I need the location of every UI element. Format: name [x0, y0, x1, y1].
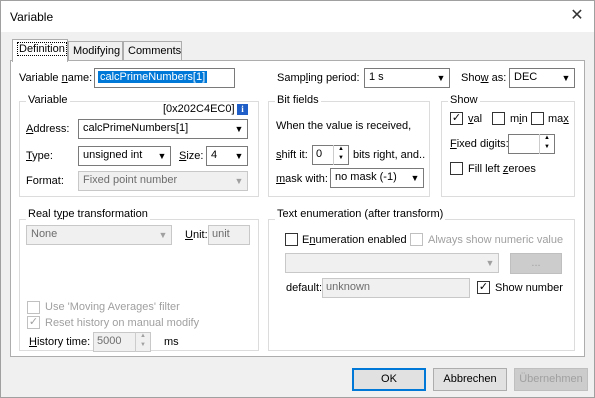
arrow-down-icon[interactable]: ▼: [334, 154, 348, 163]
type-select[interactable]: unsigned int ▼: [78, 146, 171, 166]
format-select[interactable]: Fixed point number ▼: [78, 171, 248, 191]
max-checkbox[interactable]: [531, 112, 544, 125]
text-enum-group-title: Text enumeration (after transform): [275, 208, 446, 220]
min-label: min: [510, 113, 528, 125]
info-icon[interactable]: i: [237, 104, 248, 115]
reset-history-label: Reset history on manual modify: [45, 317, 200, 329]
arrow-up-icon[interactable]: ▲: [334, 145, 348, 154]
fixed-digits-label: Fixed digits:: [450, 138, 509, 150]
fill-left-zeroes-checkbox[interactable]: [450, 162, 463, 175]
window-title: Variable: [10, 10, 54, 24]
moving-averages-label: Use 'Moving Averages' filter: [45, 301, 180, 313]
enumeration-enabled-label: Enumeration enabled: [302, 234, 407, 246]
mask-label: mask with:: [276, 173, 328, 185]
show-group-title: Show: [448, 94, 480, 106]
enumeration-edit-button[interactable]: ...: [510, 253, 562, 274]
enumeration-enabled-checkbox[interactable]: [285, 233, 298, 246]
arrow-down-icon[interactable]: ▼: [540, 143, 554, 152]
show-as-select[interactable]: DEC ▼: [509, 68, 575, 88]
variable-dialog: Variable ✕ Definition Modifying Comments…: [0, 0, 595, 398]
max-label: max: [548, 113, 569, 125]
history-time-stepper[interactable]: ▲ ▼: [135, 332, 150, 352]
unit-label: Unit:: [185, 229, 208, 241]
default-field[interactable]: unknown: [322, 278, 470, 298]
show-number-label: Show number: [495, 282, 563, 294]
format-label: Format:: [26, 175, 64, 187]
type-label: Type:: [26, 150, 53, 162]
history-time-label: History time:: [29, 336, 91, 348]
history-time-unit: ms: [164, 336, 179, 348]
variable-name-field[interactable]: calcPrimeNumbers[1]: [94, 68, 235, 88]
tab-definition[interactable]: Definition: [12, 39, 68, 62]
address-label: Address:: [26, 123, 70, 135]
fill-left-zeroes-label: Fill left zeroes: [468, 163, 536, 175]
chevron-down-icon: ▼: [561, 73, 571, 83]
enumeration-select[interactable]: ▼: [285, 253, 499, 273]
bitfields-group-title: Bit fields: [275, 94, 321, 106]
chevron-down-icon: ▼: [485, 258, 495, 268]
unit-field[interactable]: unit: [208, 225, 250, 245]
bitfields-description: When the value is received,: [276, 120, 412, 132]
chevron-down-icon: ▼: [410, 173, 420, 183]
sampling-period-label: Sampling period:: [277, 72, 360, 84]
arrow-up-icon[interactable]: ▲: [136, 332, 150, 341]
size-select[interactable]: 4 ▼: [206, 146, 248, 166]
shift-label: shift it:: [276, 149, 308, 161]
close-icon[interactable]: ✕: [566, 5, 588, 27]
ok-button[interactable]: OK: [352, 368, 426, 391]
title-bar: Variable ✕: [1, 1, 594, 32]
always-numeric-checkbox[interactable]: [410, 233, 423, 246]
arrow-down-icon[interactable]: ▼: [136, 341, 150, 350]
real-type-select[interactable]: None ▼: [26, 225, 172, 245]
variable-group-title: Variable: [26, 94, 70, 106]
fixed-digits-stepper[interactable]: ▲ ▼: [539, 134, 554, 154]
tab-modifying[interactable]: Modifying: [68, 41, 123, 61]
size-label: Size:: [179, 150, 204, 162]
mask-select[interactable]: no mask (-1) ▼: [330, 168, 424, 188]
tab-comments[interactable]: Comments: [123, 41, 182, 61]
reset-history-checkbox[interactable]: ✓: [27, 316, 40, 329]
chevron-down-icon: ▼: [234, 151, 244, 161]
cancel-button[interactable]: Abbrechen: [433, 368, 507, 391]
chevron-down-icon: ▼: [157, 151, 167, 161]
val-checkbox[interactable]: ✓: [450, 112, 463, 125]
show-as-label: Show as:: [461, 72, 507, 84]
chevron-down-icon: ▼: [234, 176, 244, 186]
chevron-down-icon: ▼: [436, 73, 446, 83]
default-label: default:: [286, 282, 323, 294]
chevron-down-icon: ▼: [158, 230, 168, 240]
chevron-down-icon: ▼: [234, 124, 244, 134]
shift-stepper[interactable]: ▲ ▼: [333, 145, 348, 165]
address-select[interactable]: calcPrimeNumbers[1] ▼: [78, 119, 248, 139]
address-hex: [0x202C4EC0]: [163, 103, 235, 115]
always-numeric-label: Always show numeric value: [428, 234, 564, 246]
real-type-group-title: Real type transformation: [26, 208, 150, 220]
variable-name-label: Variable name:: [19, 72, 93, 84]
arrow-up-icon[interactable]: ▲: [540, 134, 554, 143]
shift-suffix: bits right, and..: [353, 149, 426, 161]
sampling-period-select[interactable]: 1 s ▼: [364, 68, 450, 88]
moving-averages-checkbox[interactable]: [27, 301, 40, 314]
val-label: val: [468, 113, 483, 125]
show-number-checkbox[interactable]: ✓: [477, 281, 490, 294]
min-checkbox[interactable]: [492, 112, 505, 125]
apply-button[interactable]: Übernehmen: [514, 368, 588, 391]
